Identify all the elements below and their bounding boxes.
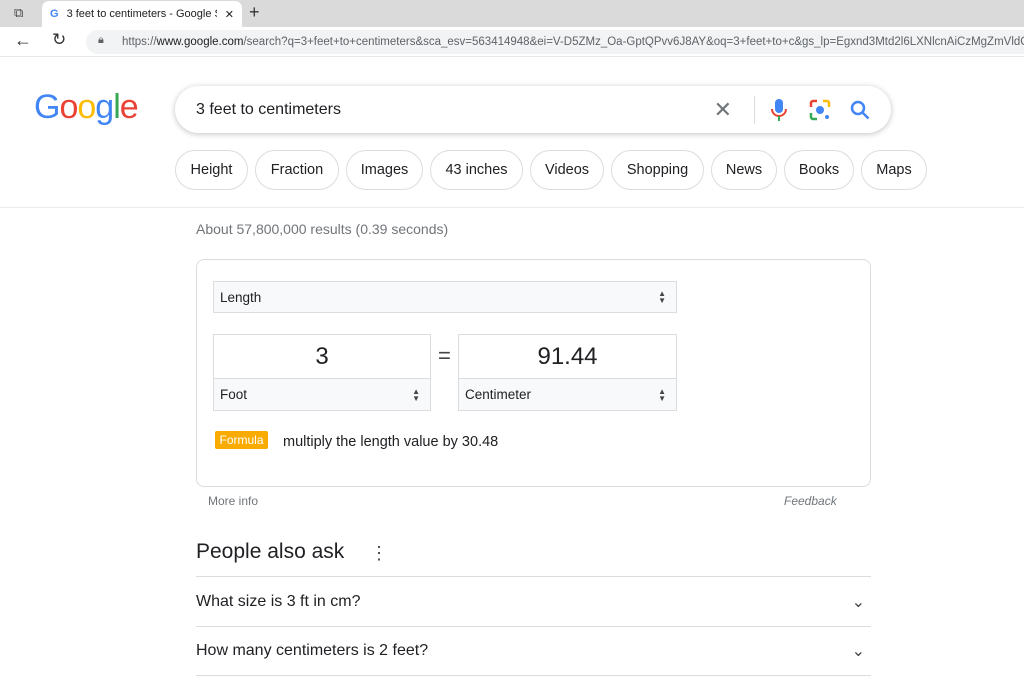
chip-videos[interactable]: Videos [530, 150, 604, 190]
select-arrows-icon: ▲ ▼ [412, 386, 420, 403]
url-field[interactable]: 🔒︎ https://www.google.com/search?q=3+fee… [86, 30, 1024, 54]
chip-news[interactable]: News [711, 150, 777, 190]
formula-badge: Formula [215, 431, 268, 449]
tab-active[interactable]: G 3 feet to centimeters - Google Search … [42, 1, 242, 27]
chip-height[interactable]: Height [175, 150, 248, 190]
more-info-link[interactable]: More info [208, 494, 258, 508]
lens-camera-icon[interactable] [809, 99, 831, 121]
to-unit-value: Centimeter [465, 387, 532, 402]
back-icon[interactable]: ← [14, 30, 32, 51]
chevron-down-icon: ⌄ [851, 593, 865, 611]
search-box[interactable]: 3 feet to centimeters ✕ [175, 86, 891, 133]
chip-shopping[interactable]: Shopping [611, 150, 704, 190]
select-arrows-icon: ▲ ▼ [658, 386, 666, 403]
divider [754, 95, 755, 124]
search-input[interactable]: 3 feet to centimeters [196, 101, 714, 119]
feedback-link[interactable]: Feedback [784, 494, 837, 508]
chip-images[interactable]: Images [346, 150, 423, 190]
header-divider [0, 207, 1024, 208]
chip-fraction[interactable]: Fraction [255, 150, 339, 190]
new-tab-icon[interactable]: + [249, 2, 260, 23]
close-tab-icon[interactable]: ✕ [225, 8, 234, 21]
chip-books[interactable]: Books [784, 150, 854, 190]
clear-icon[interactable]: ✕ [714, 97, 732, 123]
google-favicon-icon: G [50, 8, 59, 20]
result-stats: About 57,800,000 results (0.39 seconds) [196, 221, 449, 237]
category-value: Length [220, 289, 262, 305]
question-text: What size is 3 ft in cm? [196, 592, 361, 610]
reload-icon[interactable]: ↻ [52, 30, 66, 50]
lock-icon: 🔒︎ [98, 34, 104, 46]
more-options-icon[interactable]: ⋮ [370, 543, 388, 564]
from-unit-select[interactable]: Foot ▲ ▼ [213, 378, 431, 411]
chip-maps[interactable]: Maps [861, 150, 927, 190]
url-path: /search?q=3+feet+to+centimeters&sca_esv=… [243, 36, 1024, 48]
google-logo[interactable]: Google [34, 88, 139, 127]
category-select[interactable]: Length ▲ ▼ [213, 281, 677, 313]
formula-text: multiply the length value by 30.48 [283, 434, 499, 450]
tab-bar: ⧉ G 3 feet to centimeters - Google Searc… [0, 0, 1024, 27]
question-text: How many centimeters is 2 feet? [196, 642, 429, 659]
from-value-input[interactable]: 3 [213, 334, 431, 379]
to-value-input[interactable]: 91.44 [458, 334, 677, 379]
url-prefix: https:// [122, 36, 157, 48]
people-also-ask-title: People also ask [196, 540, 345, 563]
question-item[interactable]: How many centimeters is 2 feet? ⌄ [196, 626, 871, 676]
equals-sign: = [438, 343, 451, 368]
chevron-down-icon: ⌄ [851, 643, 865, 660]
tab-title: 3 feet to centimeters - Google Search [66, 8, 217, 20]
url-domain: www.google.com [156, 36, 244, 48]
chip-43-inches[interactable]: 43 inches [430, 150, 523, 190]
to-unit-select[interactable]: Centimeter ▲ ▼ [458, 378, 677, 411]
select-arrows-icon: ▲ ▼ [658, 289, 666, 305]
search-icon[interactable] [849, 99, 871, 121]
microphone-icon[interactable] [769, 98, 789, 122]
question-item[interactable]: What size is 3 ft in cm? ⌄ [196, 576, 871, 626]
workspaces-icon[interactable]: ⧉ [14, 5, 23, 21]
from-unit-value: Foot [220, 387, 248, 402]
